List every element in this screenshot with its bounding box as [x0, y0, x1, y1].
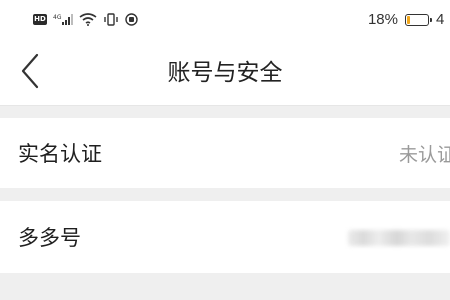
battery-level-fill — [407, 15, 410, 24]
list-item-label: 多多号 — [18, 226, 81, 250]
clock: 4 — [436, 11, 445, 28]
list-item-label: 实名认证 — [18, 142, 102, 166]
wifi-icon — [79, 13, 97, 26]
list-item-duoduo-id[interactable]: 多多号 — [0, 201, 450, 273]
status-bar: HD 4G 18% 4 — [0, 0, 450, 40]
list-item-real-name-verification[interactable]: 实名认证 未认证 — [0, 118, 450, 188]
verification-status: 未认证 — [398, 143, 450, 166]
battery-icon — [405, 13, 432, 26]
back-button[interactable] — [10, 50, 50, 96]
screen: HD 4G 18% 4 账号与安全 实名认证 未认证 多多号 — [0, 0, 450, 300]
signal-icon: 4G — [53, 13, 73, 26]
status-icons-left: HD 4G — [33, 13, 138, 26]
network-type-label: 4G — [53, 14, 62, 21]
battery-percent: 18% — [367, 11, 398, 28]
page-title: 账号与安全 — [167, 60, 283, 86]
blurred-account-number — [348, 230, 450, 246]
status-icons-right: 18% 4 — [368, 11, 450, 28]
chevron-left-icon — [19, 53, 41, 93]
notification-app-icon — [125, 13, 138, 26]
hd-icon: HD — [33, 14, 47, 25]
vibrate-icon — [103, 13, 119, 26]
nav-bar: 账号与安全 — [0, 40, 450, 106]
